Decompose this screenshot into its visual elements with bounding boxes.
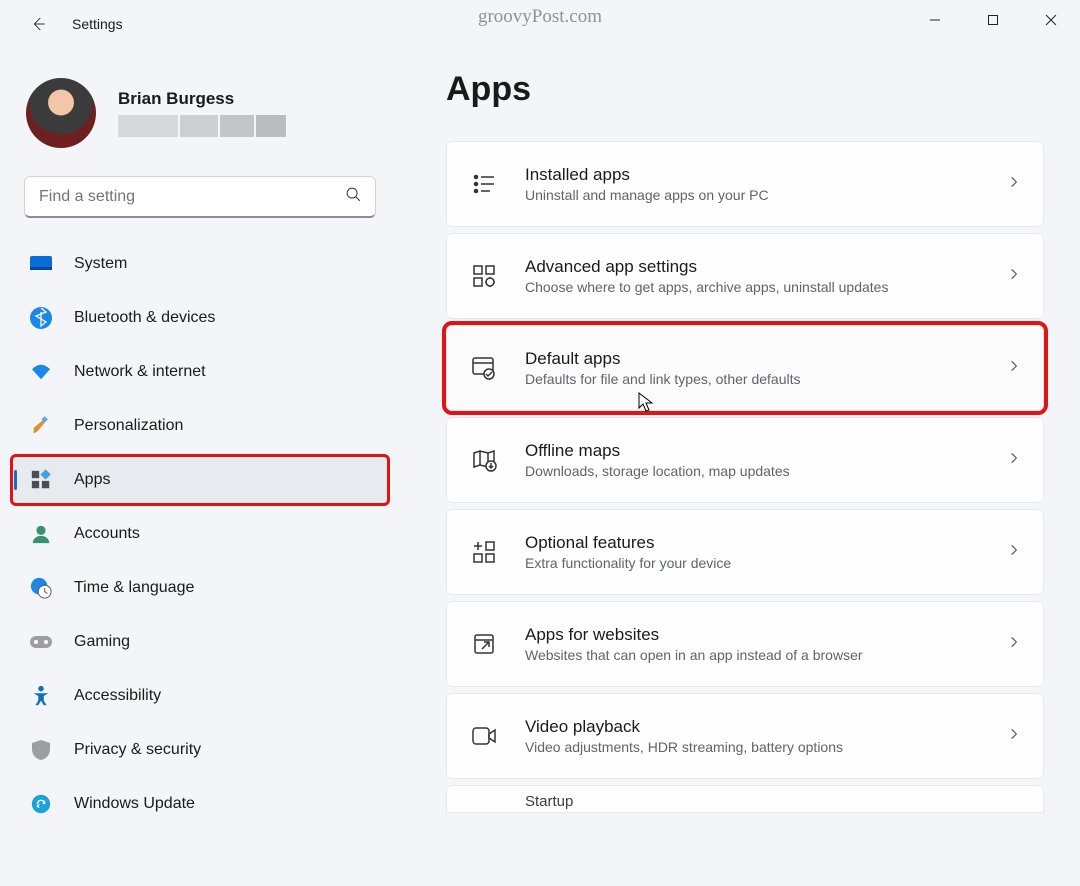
- card-sub: Choose where to get apps, archive apps, …: [525, 279, 1007, 295]
- back-button[interactable]: [24, 10, 52, 38]
- sidebar-item-bluetooth[interactable]: Bluetooth & devices: [12, 294, 388, 342]
- profile-name: Brian Burgess: [118, 89, 286, 109]
- card-startup-partial[interactable]: Startup: [446, 785, 1044, 813]
- close-button[interactable]: [1022, 0, 1080, 40]
- card-title: Installed apps: [525, 165, 1007, 185]
- card-sub: Websites that can open in an app instead…: [525, 647, 1007, 663]
- card-title: Startup: [525, 793, 573, 810]
- card-title: Video playback: [525, 717, 1007, 737]
- chevron-right-icon: [1007, 359, 1021, 378]
- nav-label: Windows Update: [74, 795, 195, 813]
- sidebar-item-personalization[interactable]: Personalization: [12, 402, 388, 450]
- sidebar-item-accounts[interactable]: Accounts: [12, 510, 388, 558]
- search-input[interactable]: [24, 176, 376, 218]
- accessibility-icon: [28, 683, 54, 709]
- globe-clock-icon: [28, 575, 54, 601]
- paintbrush-icon: [28, 413, 54, 439]
- card-sub: Defaults for file and link types, other …: [525, 371, 1007, 387]
- sidebar-item-network[interactable]: Network & internet: [12, 348, 388, 396]
- card-title: Optional features: [525, 533, 1007, 553]
- sidebar-item-system[interactable]: System: [12, 240, 388, 288]
- apps-icon: [28, 467, 54, 493]
- sidebar-item-accessibility[interactable]: Accessibility: [12, 672, 388, 720]
- nav-label: Accounts: [74, 525, 140, 543]
- sidebar-item-gaming[interactable]: Gaming: [12, 618, 388, 666]
- card-installed-apps[interactable]: Installed apps Uninstall and manage apps …: [446, 141, 1044, 227]
- card-advanced-app-settings[interactable]: Advanced app settings Choose where to get…: [446, 233, 1044, 319]
- video-icon: [469, 721, 499, 751]
- nav-label: Time & language: [74, 579, 194, 597]
- card-default-apps[interactable]: Default apps Defaults for file and link t…: [446, 325, 1044, 411]
- system-icon: [28, 251, 54, 277]
- apps-gear-icon: [469, 261, 499, 291]
- nav-label: System: [74, 255, 127, 273]
- window-title: Settings: [72, 16, 123, 32]
- nav-label: Network & internet: [74, 363, 206, 381]
- card-video-playback[interactable]: Video playback Video adjustments, HDR str…: [446, 693, 1044, 779]
- card-title: Advanced app settings: [525, 257, 1007, 277]
- sidebar-item-time[interactable]: Time & language: [12, 564, 388, 612]
- update-icon: [28, 791, 54, 817]
- card-sub: Extra functionality for your device: [525, 555, 1007, 571]
- bluetooth-icon: [28, 305, 54, 331]
- card-apps-websites[interactable]: Apps for websites Websites that can open …: [446, 601, 1044, 687]
- chevron-right-icon: [1007, 635, 1021, 654]
- nav-label: Apps: [74, 471, 110, 489]
- apps-plus-icon: [469, 537, 499, 567]
- chevron-right-icon: [1007, 175, 1021, 194]
- chevron-right-icon: [1007, 451, 1021, 470]
- minimize-button[interactable]: [906, 0, 964, 40]
- window-link-icon: [469, 629, 499, 659]
- gamepad-icon: [28, 629, 54, 655]
- nav-label: Gaming: [74, 633, 130, 651]
- nav-label: Bluetooth & devices: [74, 309, 215, 327]
- card-title: Default apps: [525, 349, 1007, 369]
- shield-icon: [28, 737, 54, 763]
- profile-email-redacted: [118, 115, 286, 137]
- search-icon: [345, 186, 362, 208]
- page-title: Apps: [446, 70, 1044, 109]
- nav-label: Accessibility: [74, 687, 161, 705]
- default-window-icon: [469, 353, 499, 383]
- card-offline-maps[interactable]: Offline maps Downloads, storage location,…: [446, 417, 1044, 503]
- card-title: Apps for websites: [525, 625, 1007, 645]
- card-sub: Uninstall and manage apps on your PC: [525, 187, 1007, 203]
- map-download-icon: [469, 445, 499, 475]
- sidebar-item-privacy[interactable]: Privacy & security: [12, 726, 388, 774]
- maximize-button[interactable]: [964, 0, 1022, 40]
- card-sub: Downloads, storage location, map updates: [525, 463, 1007, 479]
- avatar: [26, 78, 96, 148]
- nav-label: Privacy & security: [74, 741, 201, 759]
- watermark-text: groovyPost.com: [478, 6, 602, 28]
- list-icon: [469, 169, 499, 199]
- chevron-right-icon: [1007, 543, 1021, 562]
- sidebar-item-apps[interactable]: Apps: [12, 456, 388, 504]
- card-optional-features[interactable]: Optional features Extra functionality for…: [446, 509, 1044, 595]
- chevron-right-icon: [1007, 267, 1021, 286]
- profile-block[interactable]: Brian Burgess: [12, 70, 388, 170]
- chevron-right-icon: [1007, 727, 1021, 746]
- wifi-icon: [28, 359, 54, 385]
- sidebar-item-update[interactable]: Windows Update: [12, 780, 388, 828]
- card-sub: Video adjustments, HDR streaming, batter…: [525, 739, 1007, 755]
- person-icon: [28, 521, 54, 547]
- nav-label: Personalization: [74, 417, 183, 435]
- card-title: Offline maps: [525, 441, 1007, 461]
